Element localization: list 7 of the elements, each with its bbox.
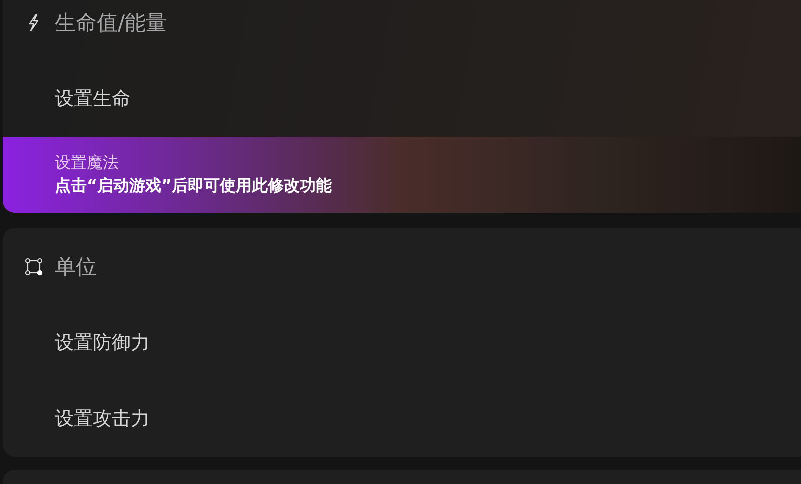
nodes-icon	[25, 258, 43, 276]
menu-item[interactable]: 设置防御力	[3, 305, 801, 381]
menu-item[interactable]: 设置魔法 点击“启动游戏”后即可使用此修改功能	[3, 137, 801, 213]
menu-item[interactable]: 设置攻击力	[3, 381, 801, 457]
menu-item[interactable]: 设置生命	[3, 61, 801, 137]
section-title: 单位	[55, 254, 97, 280]
section-title: 生命值/能量	[55, 10, 168, 36]
